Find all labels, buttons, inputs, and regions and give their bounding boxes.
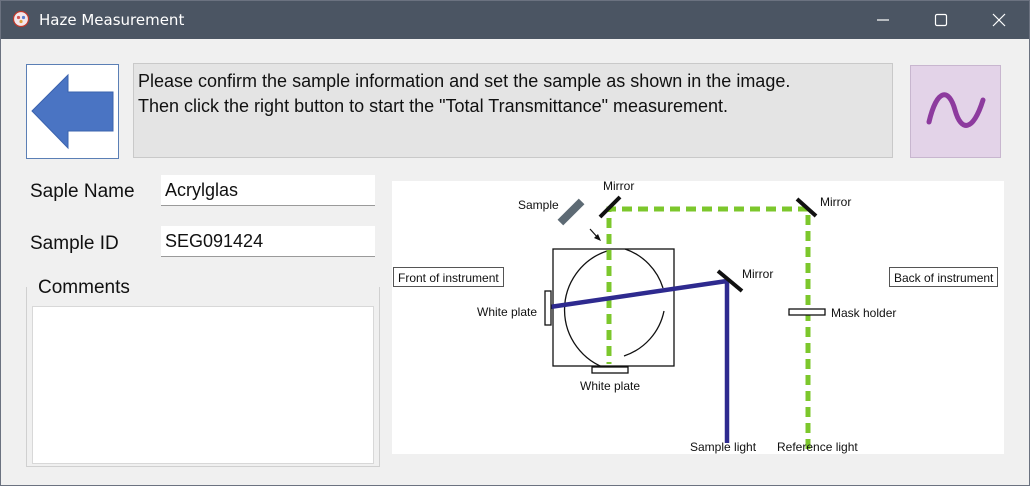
start-measurement-button[interactable] [910,65,1001,158]
left-arrow-icon [31,73,114,150]
sample-id-label: Sample ID [30,233,119,254]
mirror-top-left-label: Mirror [603,181,634,193]
instruction-message: Please confirm the sample information an… [133,63,893,158]
haze-measurement-window: Haze Measurement Please confirm the samp… [0,0,1030,486]
reference-light-label: Reference light [777,440,858,454]
optical-diagram: Sample Mirror Mirror Mirror White plate … [392,179,1004,454]
white-plate-bottom [591,366,629,374]
sample-name-label: Saple Name [30,181,135,202]
white-plate-left [544,290,552,326]
title-bar[interactable]: Haze Measurement [1,1,1029,39]
mirror-top-right-label: Mirror [820,195,851,209]
instruction-line-2: Then click the right button to start the… [138,96,729,116]
sample-id-input[interactable] [161,226,375,257]
app-icon [12,10,30,28]
sample-beam [549,278,730,443]
mask-holder [788,308,826,316]
mask-holder-label: Mask holder [831,306,896,320]
mirror-top-left [598,195,622,219]
white-plate-left-label: White plate [477,305,537,319]
optical-diagram-drawing: Sample Mirror Mirror Mirror White plate … [477,179,896,454]
close-button[interactable] [971,1,1027,39]
close-icon [992,13,1006,27]
reference-beam [606,206,811,449]
back-button[interactable] [26,64,119,159]
comments-input[interactable] [32,306,374,464]
sample-plate [557,198,585,226]
maximize-icon [934,13,948,27]
sine-wave-icon [926,92,986,128]
sphere-arc-right [624,248,664,289]
sphere-arc-bottom [623,310,665,357]
sample-label: Sample [518,198,559,212]
minimize-icon [877,19,889,21]
window-title: Haze Measurement [39,11,185,29]
instruction-line-1: Please confirm the sample information an… [138,71,791,91]
maximize-button[interactable] [913,1,969,39]
mirror-middle-label: Mirror [742,267,773,281]
sample-name-input[interactable] [161,175,375,206]
front-of-instrument-label: Front of instrument [393,267,504,287]
minimize-button[interactable] [855,1,911,39]
sphere-arc-left [563,250,609,370]
back-of-instrument-label: Back of instrument [889,267,999,287]
sphere-housing [552,248,675,367]
white-plate-bottom-label: White plate [580,379,640,393]
sample-light-label: Sample light [690,440,757,454]
comments-label: Comments [36,277,132,299]
